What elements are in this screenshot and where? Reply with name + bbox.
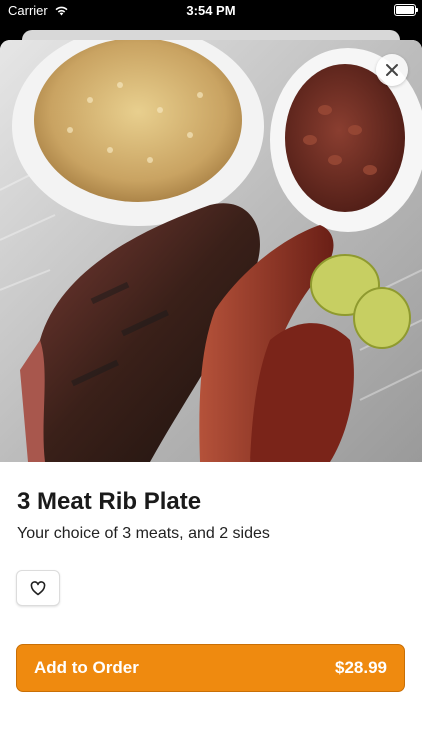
add-to-order-button[interactable]: Add to Order $28.99 — [16, 644, 405, 692]
item-title: 3 Meat Rib Plate — [17, 488, 202, 515]
add-to-order-label: Add to Order — [34, 658, 139, 677]
heart-icon — [30, 580, 46, 595]
order-price: $28.99 — [335, 658, 387, 677]
battery-indicator — [394, 4, 418, 16]
status-bar: Carrier 3:54 PM — [0, 0, 422, 22]
close-icon — [386, 64, 398, 76]
item-photo-art — [0, 40, 422, 462]
item-description: Your choice of 3 meats, and 2 sides — [17, 525, 270, 542]
favorite-button[interactable] — [16, 570, 60, 606]
close-button[interactable] — [376, 54, 408, 86]
battery-icon — [394, 4, 418, 16]
item-photo — [0, 40, 422, 462]
order-footer: Add to Order $28.99 — [0, 627, 422, 750]
status-time: 3:54 PM — [186, 3, 236, 18]
